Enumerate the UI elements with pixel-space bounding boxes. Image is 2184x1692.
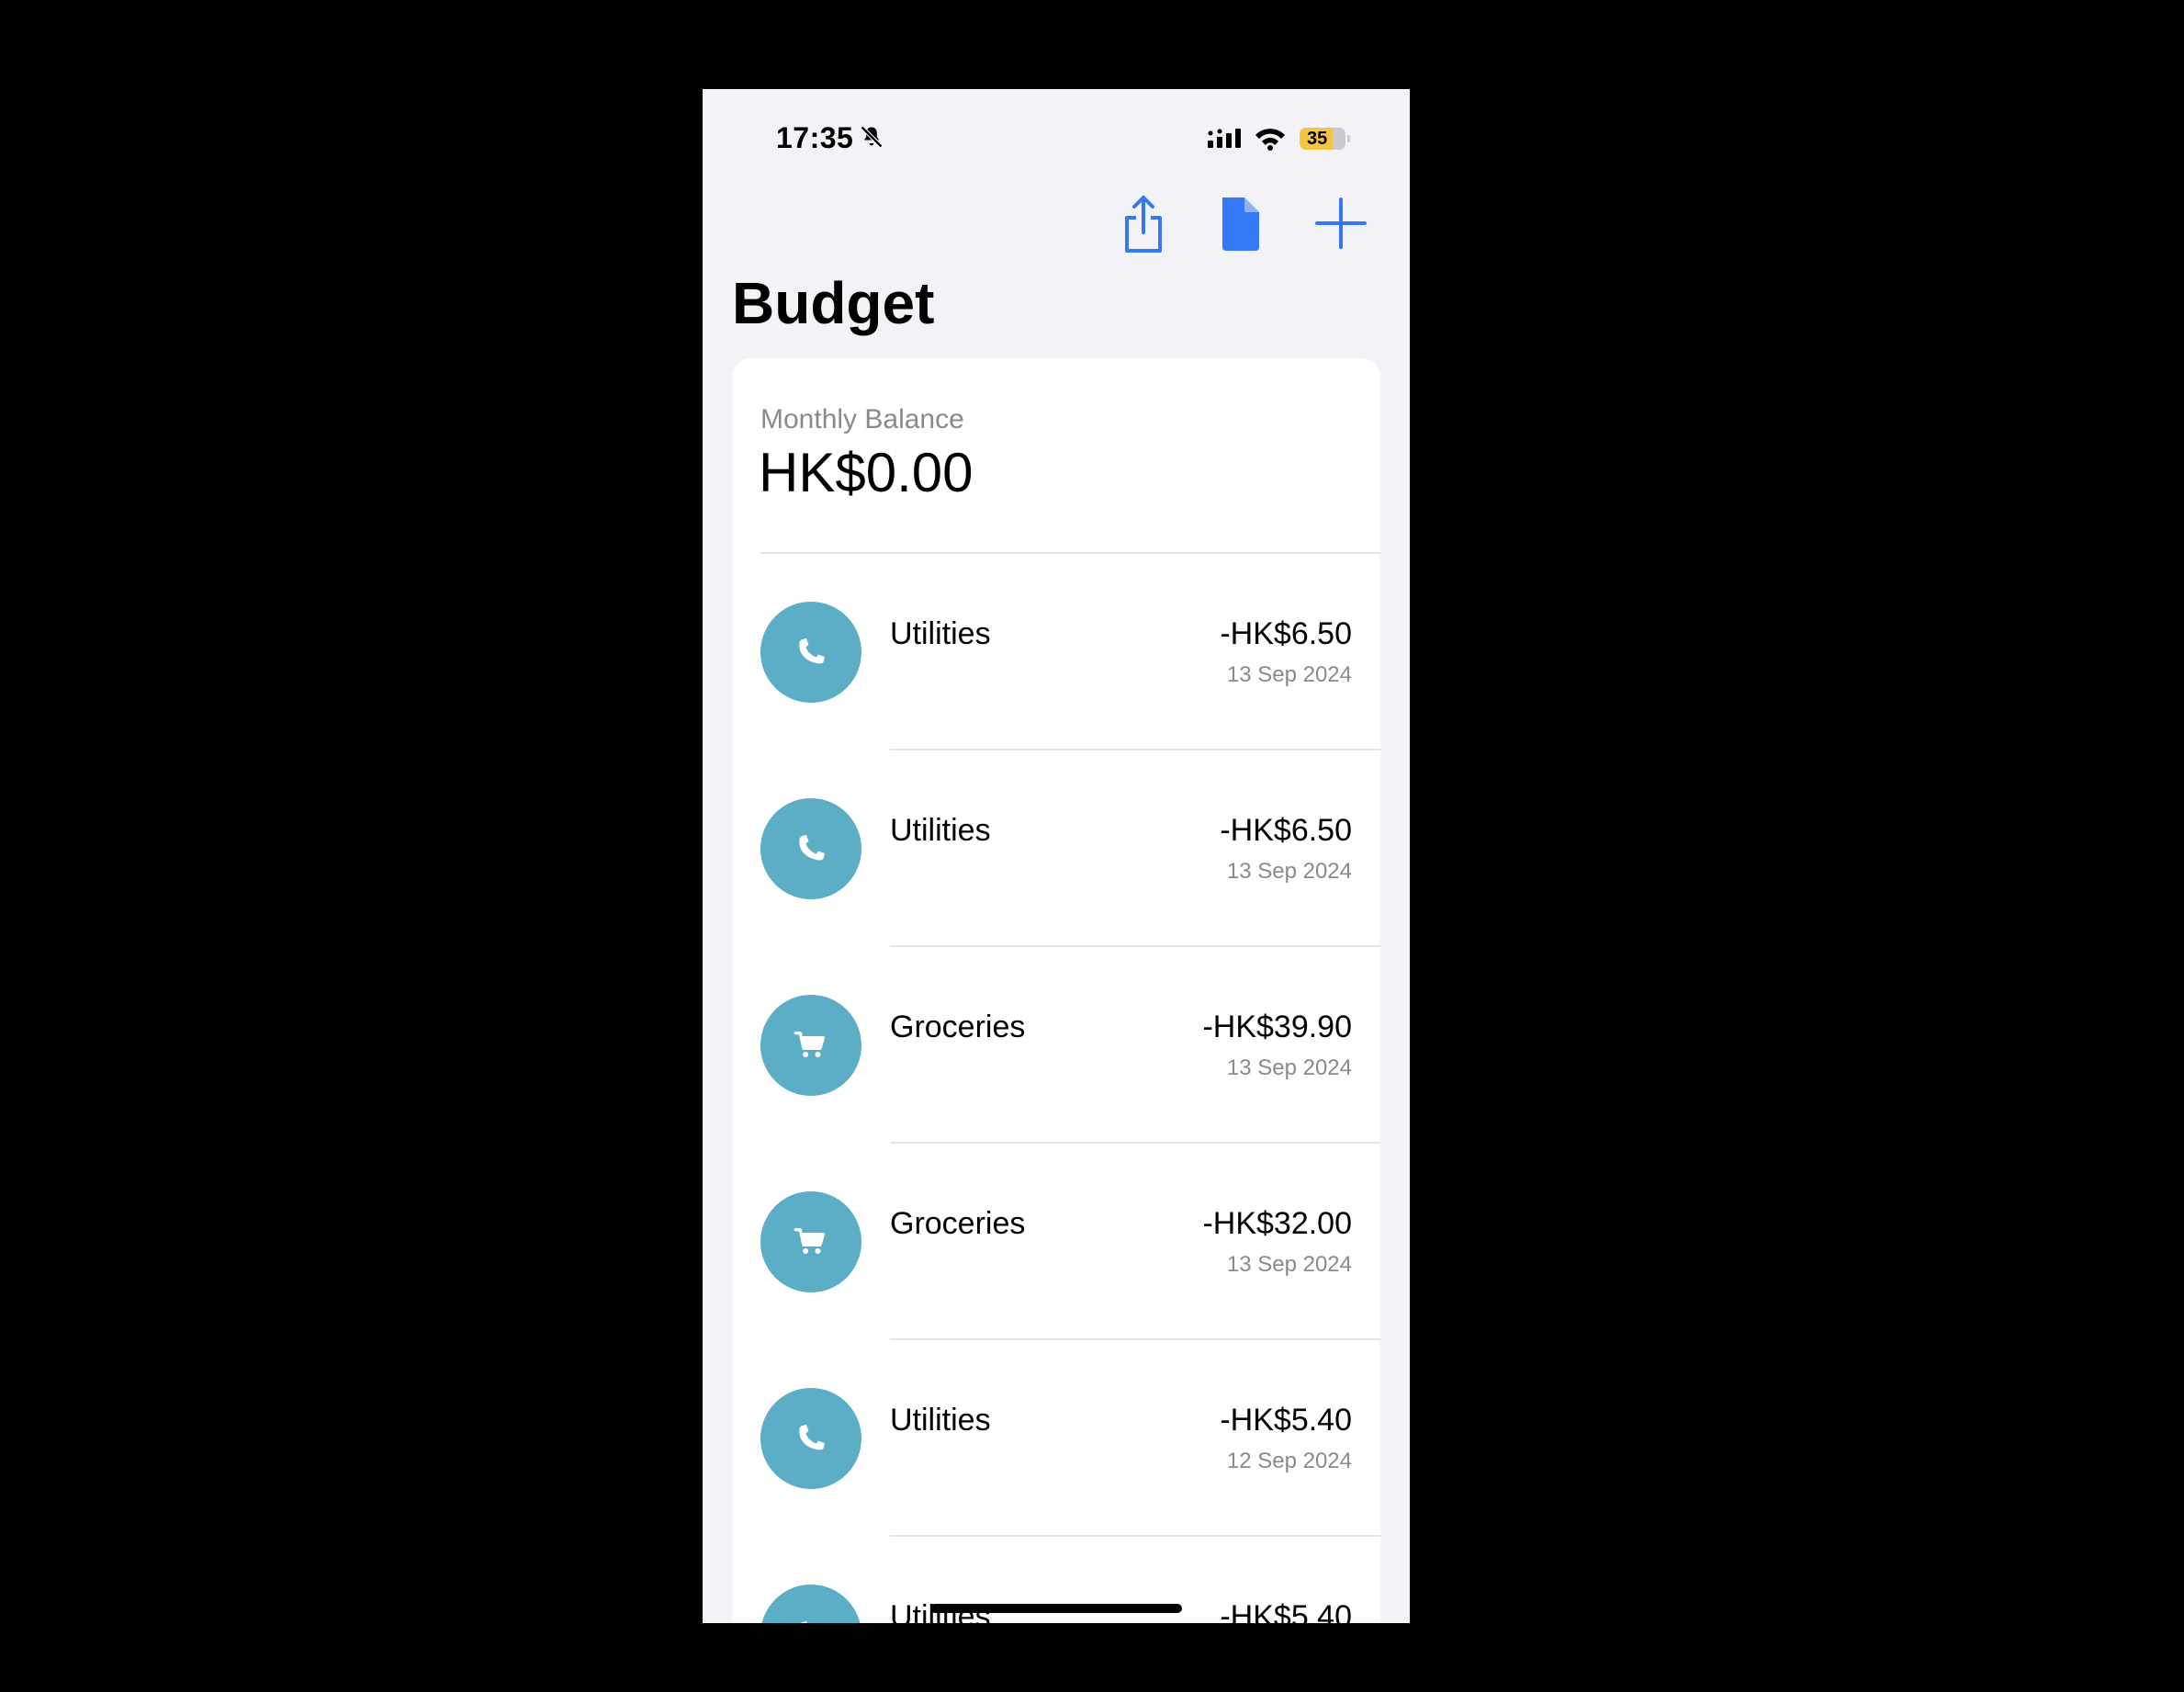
share-button[interactable] (1116, 192, 1171, 254)
transaction-row[interactable]: Groceries -HK$32.00 13 Sep 2024 (732, 1144, 1380, 1340)
transaction-amount: -HK$39.90 (1202, 1010, 1352, 1044)
battery-cap (1347, 135, 1350, 142)
phone-screen: 17:35 35 Budget Monthly Balance HK$0.00 … (703, 89, 1410, 1623)
transaction-row[interactable]: Utilities -HK$5.40 12 Sep 2024 (732, 1340, 1380, 1537)
signal-icon (1208, 129, 1241, 148)
transactions-card: Monthly Balance HK$0.00 Utilities -HK$6.… (732, 358, 1380, 1623)
home-indicator[interactable] (930, 1604, 1182, 1613)
transaction-amount: -HK$5.40 (1220, 1599, 1352, 1623)
cart-icon (794, 1032, 825, 1057)
add-button[interactable] (1313, 192, 1368, 254)
transaction-category: Utilities (890, 813, 991, 848)
balance-value: HK$0.00 (759, 442, 974, 503)
transaction-list: Utilities -HK$6.50 13 Sep 2024 Utilities… (732, 554, 1380, 1623)
transaction-amount: -HK$5.40 (1220, 1403, 1352, 1438)
transaction-row[interactable]: Utilities -HK$6.50 13 Sep 2024 (732, 554, 1380, 750)
share-icon (1125, 196, 1162, 253)
category-circle (760, 602, 861, 703)
transaction-date: 13 Sep 2024 (1226, 1055, 1352, 1080)
transaction-amount: -HK$6.50 (1220, 813, 1352, 848)
phone-icon (799, 835, 825, 861)
transaction-date: 13 Sep 2024 (1226, 859, 1352, 884)
transaction-row[interactable]: Groceries -HK$39.90 13 Sep 2024 (732, 947, 1380, 1144)
transaction-category: Utilities (890, 616, 991, 651)
wifi-icon (1255, 129, 1285, 151)
category-circle (760, 798, 861, 899)
transaction-row[interactable]: Utilities -HK$6.50 13 Sep 2024 (732, 750, 1380, 947)
category-circle (760, 995, 861, 1096)
screen-backdrop: 17:35 35 Budget Monthly Balance HK$0.00 … (0, 0, 2184, 1692)
transaction-date: 13 Sep 2024 (1226, 1252, 1352, 1277)
plus-icon (1315, 197, 1367, 249)
transaction-category: Groceries (890, 1010, 1026, 1044)
balance-label: Monthly Balance (760, 404, 964, 434)
document-button[interactable] (1213, 192, 1268, 254)
category-circle (760, 1388, 861, 1489)
phone-icon (799, 638, 825, 664)
transaction-category: Groceries (890, 1206, 1026, 1241)
page-title: Budget (732, 270, 935, 336)
transaction-date: 12 Sep 2024 (1226, 1449, 1352, 1473)
category-circle (760, 1191, 861, 1292)
document-icon (1222, 197, 1259, 251)
category-circle (760, 1585, 861, 1623)
cart-icon (794, 1228, 825, 1254)
transaction-amount: -HK$6.50 (1220, 616, 1352, 651)
phone-icon (799, 1425, 825, 1450)
battery-icon (1333, 128, 1345, 150)
phone-icon (800, 1621, 807, 1623)
transaction-date: 13 Sep 2024 (1226, 662, 1352, 687)
transaction-amount: -HK$32.00 (1202, 1206, 1352, 1241)
status-time: 17:35 (776, 121, 854, 154)
transaction-category: Utilities (890, 1403, 991, 1438)
bell-slash-icon (860, 125, 884, 149)
